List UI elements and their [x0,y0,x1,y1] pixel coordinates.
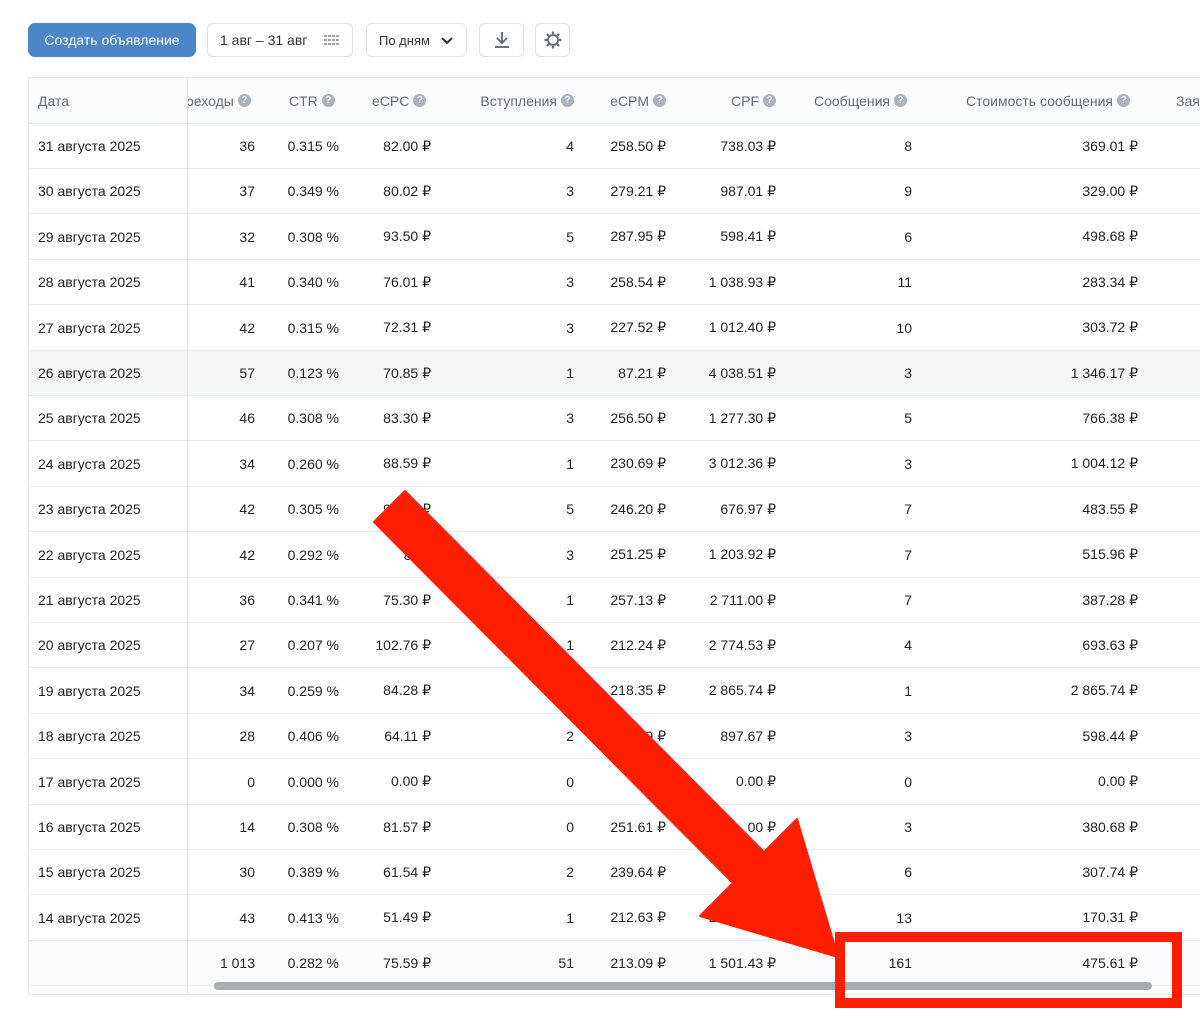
highlight-box [835,932,1182,1008]
arrow-annotation [373,490,839,958]
